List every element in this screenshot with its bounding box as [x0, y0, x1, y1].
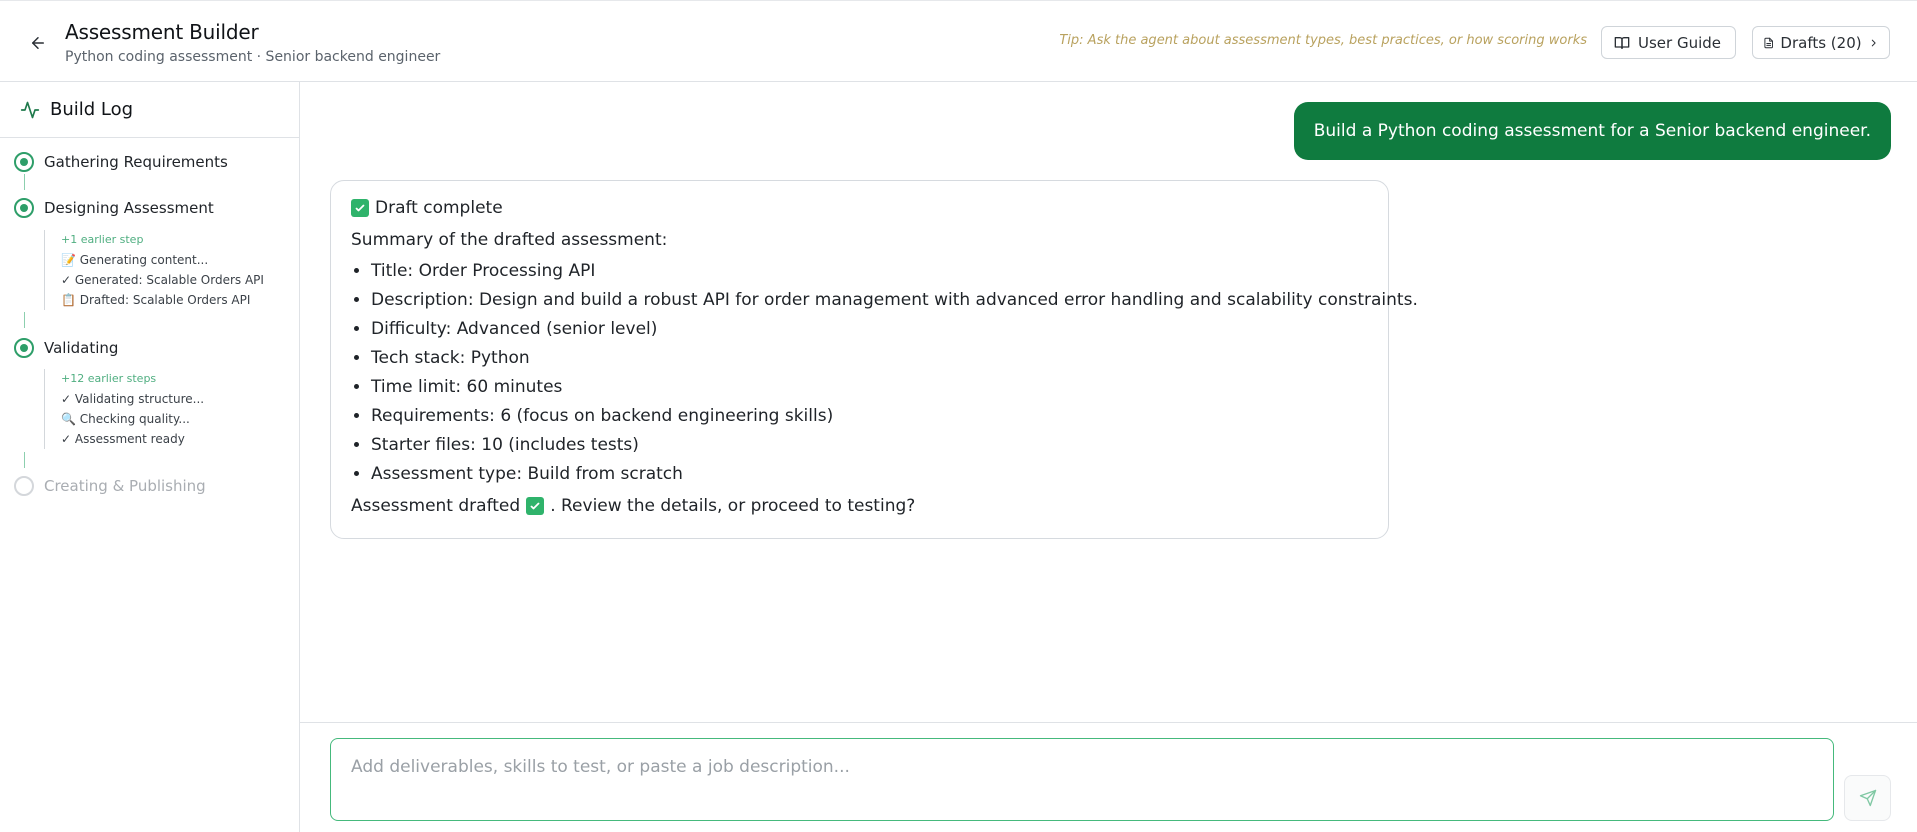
drafts-label: Drafts (20)	[1780, 33, 1862, 52]
build-log-header: Build Log	[0, 82, 299, 138]
check-mark-icon	[526, 497, 545, 515]
summary-item: Difficulty: Advanced (senior level)	[371, 315, 1368, 344]
activity-icon	[20, 101, 40, 118]
footer-text-after: . Review the details, or proceed to test…	[550, 496, 916, 516]
summary-item: Description: Design and build a robust A…	[371, 286, 1418, 315]
chevron-right-icon	[1871, 39, 1876, 46]
earlier-steps-toggle[interactable]: +1 earlier step	[61, 230, 264, 250]
stage-done-icon	[14, 338, 34, 358]
tip-text: Tip: Ask the agent about assessment type…	[1059, 33, 1587, 48]
file-icon	[1764, 37, 1773, 48]
user-guide-label: User Guide	[1638, 33, 1722, 52]
stage-gathering-requirements: Gathering Requirements	[14, 152, 228, 172]
build-log-title: Build Log	[50, 99, 134, 120]
agent-message: Draft complete Summary of the drafted as…	[330, 180, 1418, 539]
stage-done-icon	[14, 152, 34, 172]
step-item: 📋 Drafted: Scalable Orders API	[61, 293, 251, 307]
page-subtitle: Python coding assessment · Senior backen…	[65, 49, 441, 65]
back-button[interactable]	[24, 29, 52, 57]
step-item: 🔍 Checking quality...	[61, 412, 190, 426]
summary-item: Title: Order Processing API	[371, 257, 1368, 286]
arrow-left-icon	[32, 37, 44, 49]
message-input[interactable]	[330, 738, 1834, 821]
stage-connector	[24, 174, 25, 190]
summary-item: Time limit: 60 minutes	[371, 373, 1368, 402]
summary-item: Tech stack: Python	[371, 344, 1368, 373]
summary-item: Starter files: 10 (includes tests)	[371, 431, 1368, 460]
stage-label: Gathering Requirements	[44, 153, 228, 171]
stage-connector	[24, 452, 25, 468]
chat-thread: Build a Python coding assessment for a S…	[300, 82, 1917, 722]
agent-heading-text: Draft complete	[375, 198, 503, 218]
send-button[interactable]	[1844, 775, 1891, 821]
step-item: 📝 Generating content...	[61, 253, 209, 267]
user-guide-button[interactable]: User Guide	[1601, 26, 1736, 59]
step-item: ✓ Validating structure...	[61, 392, 205, 406]
build-log-sidebar: Build Log Gathering Requirements Designi…	[0, 82, 300, 832]
stage-label: Validating	[44, 339, 119, 357]
summary-item: Requirements: 6 (focus on backend engine…	[371, 402, 1368, 431]
book-open-icon	[1614, 36, 1630, 49]
step-item: ✓ Assessment ready	[61, 432, 185, 446]
stage-steps: +1 earlier step 📝 Generating content... …	[44, 230, 264, 310]
step-item: ✓ Generated: Scalable Orders API	[61, 273, 264, 287]
stage-connector	[24, 312, 25, 328]
stage-creating-publishing: Creating & Publishing	[14, 476, 206, 496]
stage-label: Creating & Publishing	[44, 477, 206, 495]
stage-label: Designing Assessment	[44, 199, 214, 217]
send-icon	[1859, 789, 1876, 807]
user-message: Build a Python coding assessment for a S…	[1293, 102, 1891, 160]
stage-validating: Validating	[14, 338, 118, 358]
earlier-steps-toggle[interactable]: +12 earlier steps	[61, 369, 204, 389]
agent-message-heading: Draft complete	[351, 195, 1368, 221]
summary-item: Assessment type: Build from scratch	[371, 460, 1368, 489]
page-title: Assessment Builder	[65, 20, 259, 44]
stage-pending-icon	[14, 476, 34, 496]
drafts-button[interactable]: Drafts (20)	[1752, 26, 1890, 59]
app-header: Assessment Builder Python coding assessm…	[0, 0, 1917, 82]
composer-bar	[300, 722, 1917, 832]
stage-designing-assessment: Designing Assessment	[14, 198, 214, 218]
agent-footer-text: Assessment drafted . Review the details,…	[351, 493, 1368, 519]
footer-text-before: Assessment drafted	[351, 496, 521, 516]
agent-intro-text: Summary of the drafted assessment:	[351, 230, 668, 250]
stage-steps: +12 earlier steps ✓ Validating structure…	[44, 369, 204, 449]
check-mark-icon	[351, 199, 369, 217]
summary-list: Title: Order Processing API Description:…	[351, 257, 1418, 489]
stage-done-icon	[14, 198, 34, 218]
